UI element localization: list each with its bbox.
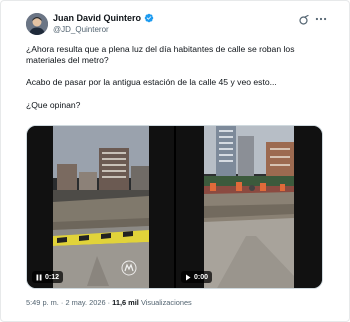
author-display-name[interactable]: Juan David Quintero	[53, 13, 141, 23]
media-grid: 0:12 0:00	[26, 125, 323, 289]
play-icon[interactable]	[185, 274, 191, 281]
verified-badge-icon	[144, 13, 154, 23]
video-1-frame	[27, 126, 174, 288]
more-options-icon[interactable]	[314, 12, 328, 26]
video-2-controls[interactable]: 0:00	[181, 271, 213, 283]
author-handle[interactable]: @JD_Quinteror	[53, 25, 109, 34]
author-name-row: Juan David Quintero	[53, 13, 154, 23]
video-2[interactable]: 0:00	[176, 126, 322, 288]
tweet-text-line-3: ¿Que opinan?	[26, 99, 81, 110]
video-1-controls[interactable]: 0:12	[32, 271, 64, 283]
video-2-frame	[176, 126, 322, 288]
grok-icon[interactable]	[298, 14, 310, 26]
tweet-time[interactable]: 5:49 p. m.	[26, 298, 59, 307]
tweet-text-line-1: ¿Ahora resulta que a plena luz del día h…	[26, 44, 295, 66]
tweet-meta: 5:49 p. m. · 2 may. 2026 · 11,6 mil Visu…	[26, 298, 192, 307]
views-count: 11,6 mil	[112, 298, 139, 307]
tweet-card: Juan David Quintero @JD_Quinteror ¿Ahora…	[0, 0, 350, 322]
avatar[interactable]	[26, 13, 48, 35]
video-1[interactable]: 0:12	[27, 126, 174, 288]
video-1-duration: 0:12	[45, 273, 60, 281]
views-label: Visualizaciones	[140, 298, 192, 307]
tweet-text: ¿Ahora resulta que a plena luz del día h…	[26, 44, 336, 111]
tweet-date[interactable]: 2 may. 2026	[65, 298, 105, 307]
tweet-text-line-2: Acabo de pasar por la antigua estación d…	[26, 77, 277, 88]
pause-icon[interactable]	[36, 274, 42, 281]
video-2-duration: 0:00	[194, 273, 209, 281]
metro-watermark-icon	[121, 260, 137, 276]
